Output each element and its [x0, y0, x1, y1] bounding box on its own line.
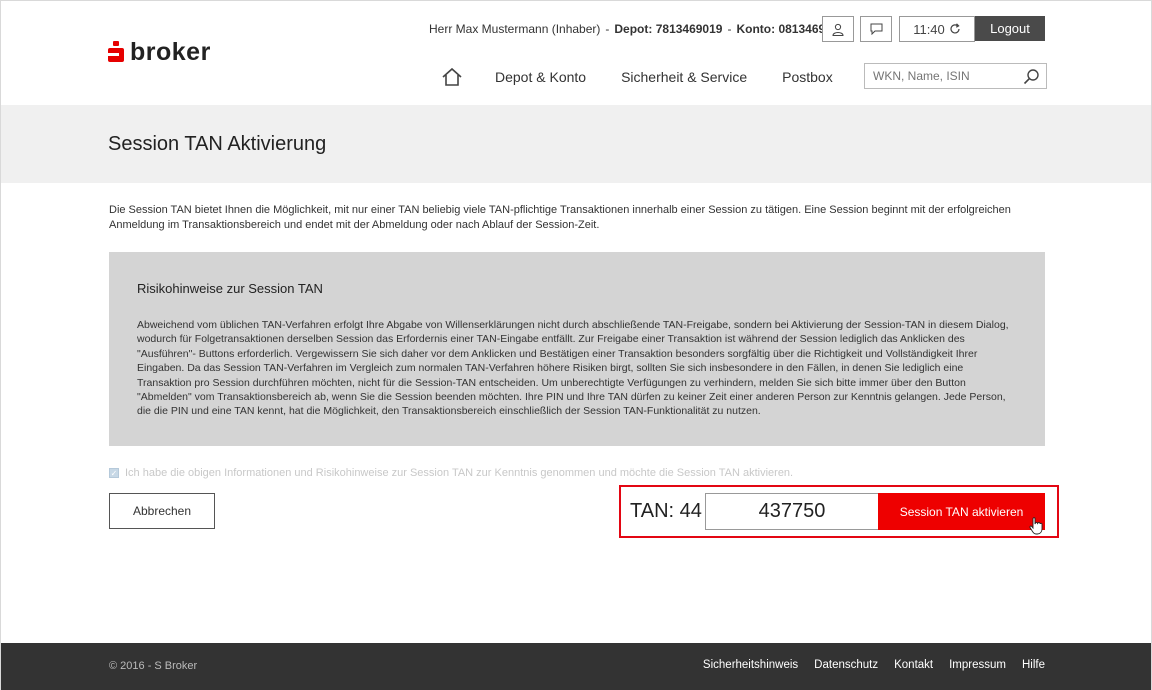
logout-button[interactable]: Logout	[975, 16, 1045, 41]
main-nav: Depot & Konto Sicherheit & Service Postb…	[441, 67, 868, 87]
confirm-checkbox-row[interactable]: ✓ Ich habe die obigen Informationen und …	[109, 467, 793, 479]
footer-link-sicherheitshinweis[interactable]: Sicherheitshinweis	[703, 659, 798, 671]
message-icon	[870, 23, 882, 35]
confirm-checkbox[interactable]: ✓	[109, 468, 119, 478]
footer-links: Sicherheitshinweis Datenschutz Kontakt I…	[687, 659, 1045, 671]
footer-link-kontakt[interactable]: Kontakt	[894, 659, 933, 671]
messages-button[interactable]	[860, 16, 892, 42]
sparkasse-s-icon	[108, 41, 124, 63]
tan-input[interactable]: 437750	[705, 493, 879, 530]
risk-notice-box: Risikohinweise zur Session TAN Abweichen…	[109, 252, 1045, 446]
person-icon	[832, 23, 844, 36]
risk-notice-text: Abweichend vom üblichen TAN-Verfahren er…	[137, 319, 1009, 418]
home-icon[interactable]	[441, 67, 463, 87]
session-time: 11:40	[913, 21, 945, 37]
user-info: Herr Max Mustermann (Inhaber) - Depot: 781…	[429, 22, 846, 36]
profile-button[interactable]	[822, 16, 854, 42]
footer-link-hilfe[interactable]: Hilfe	[1022, 659, 1045, 671]
hand-cursor-icon	[1029, 517, 1043, 535]
nav-item-depot-konto[interactable]: Depot & Konto	[495, 69, 586, 85]
confirm-checkbox-label: Ich habe die obigen Informationen und Ri…	[125, 467, 794, 479]
refresh-icon[interactable]	[949, 23, 961, 35]
search-input[interactable]	[865, 69, 1015, 83]
footer: © 2016 - S Broker Sicherheitshinweis Dat…	[1, 643, 1151, 690]
brand-name: broker	[130, 38, 211, 66]
activate-session-tan-button[interactable]: Session TAN aktivieren	[878, 493, 1045, 530]
search-box	[864, 63, 1047, 89]
tan-label: TAN: 44	[630, 500, 702, 522]
intro-text: Die Session TAN bietet Ihnen die Möglich…	[109, 204, 1011, 231]
header: broker Herr Max Mustermann (Inhaber) - Dep…	[1, 1, 1151, 105]
footer-link-datenschutz[interactable]: Datenschutz	[814, 659, 878, 671]
title-bar: Session TAN Aktivierung	[1, 105, 1151, 183]
cancel-button[interactable]: Abbrechen	[109, 493, 215, 529]
page-title: Session TAN Aktivierung	[108, 133, 327, 155]
session-timer[interactable]: 11:40	[899, 16, 975, 42]
search-icon[interactable]	[1023, 68, 1040, 85]
risk-notice-title: Risikohinweise zur Session TAN	[137, 281, 323, 296]
user-name: Herr Max Mustermann (Inhaber)	[429, 22, 601, 36]
nav-item-postbox[interactable]: Postbox	[782, 69, 833, 85]
copyright: © 2016 - S Broker	[109, 660, 198, 672]
brand-logo[interactable]: broker	[108, 39, 211, 65]
nav-item-sicherheit-service[interactable]: Sicherheit & Service	[621, 69, 747, 85]
depot-number: Depot: 7813469019	[614, 22, 723, 36]
footer-link-impressum[interactable]: Impressum	[949, 659, 1006, 671]
